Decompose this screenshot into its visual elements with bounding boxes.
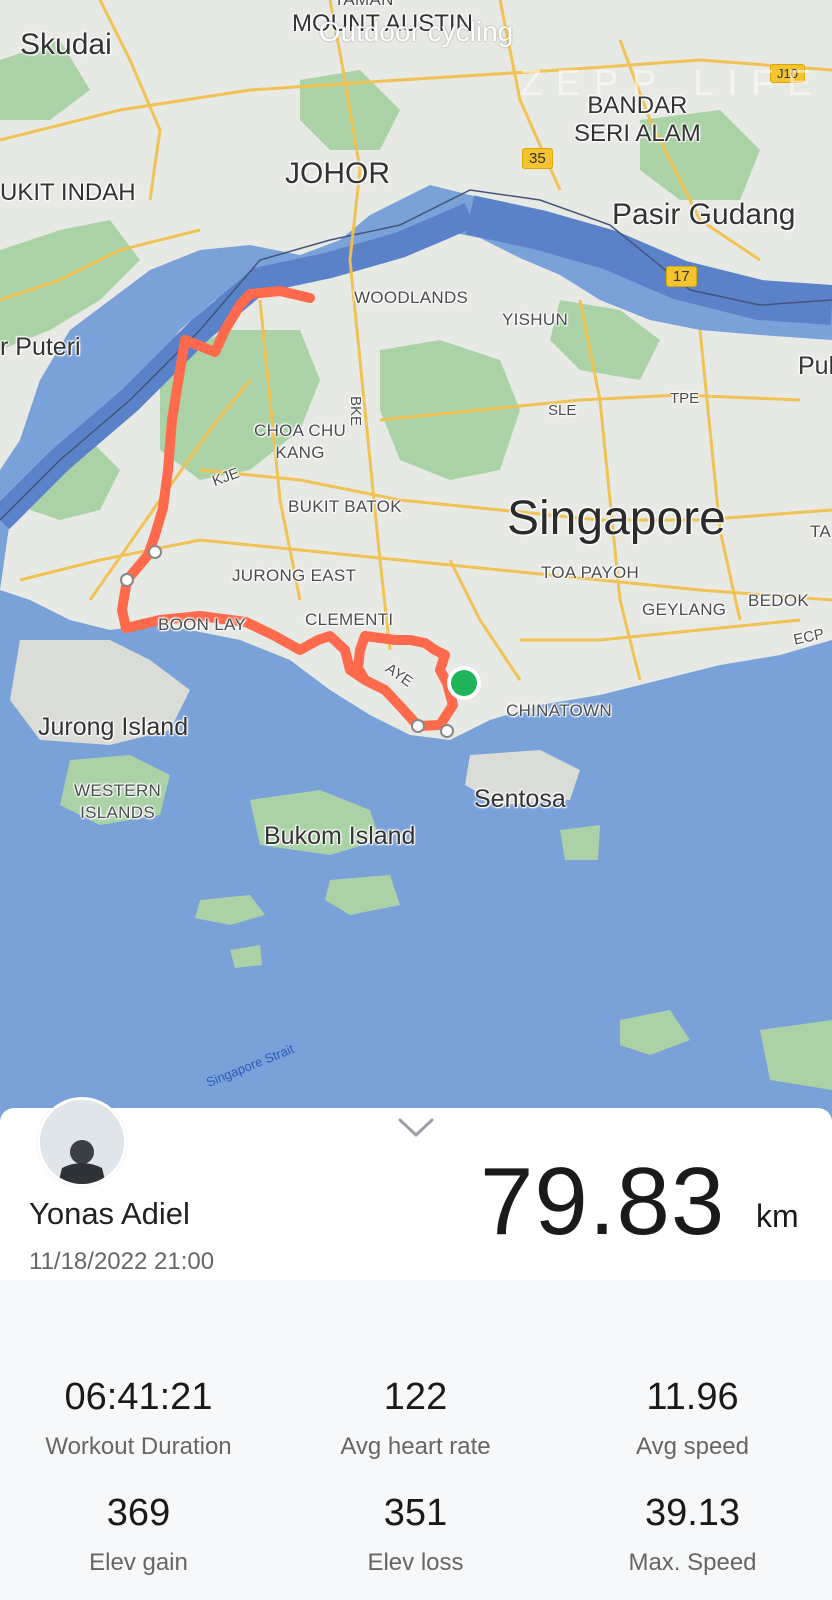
stat-value: 122 — [383, 1376, 448, 1418]
chevron-down-icon[interactable] — [398, 1116, 434, 1140]
map-label: r Puteri — [0, 333, 81, 361]
stat-value: 39.13 — [644, 1492, 741, 1534]
stat-value: 369 — [106, 1492, 171, 1534]
stat-value: 06:41:21 — [64, 1376, 213, 1418]
map-label: CHINATOWN — [506, 701, 612, 720]
map-label: JOHOR — [285, 157, 390, 190]
workout-datetime: 11/18/2022 21:00 — [29, 1248, 215, 1275]
map-label: Bukom Island — [264, 822, 416, 850]
map-label: TOA PAYOH — [541, 563, 640, 582]
road-label: BKE — [347, 396, 364, 427]
map-canvas — [0, 0, 832, 1130]
map-label: BEDOK — [748, 591, 810, 610]
stat-elev-gain: 369 Elev gain — [0, 1492, 277, 1577]
start-marker — [451, 670, 477, 696]
map-label: GEYLANG — [642, 600, 727, 619]
stat-label: Max. Speed — [628, 1549, 757, 1576]
stat-label: Elev gain — [89, 1549, 188, 1576]
stat-max-speed: 39.13 Max. Speed — [554, 1492, 831, 1577]
map-label: YISHUN — [502, 310, 569, 329]
distance-value: 79.83 — [480, 1148, 726, 1255]
map-label: TAMAN — [334, 0, 394, 10]
route-marker — [120, 573, 134, 587]
map-label: CLEMENTI — [305, 610, 394, 629]
route-marker — [411, 719, 425, 733]
map-label: UKIT INDAH — [0, 179, 136, 206]
map-label: Jurong Island — [38, 713, 189, 741]
map-label: BOON LAY — [158, 615, 247, 634]
stat-avg-heart-rate: 122 Avg heart rate — [277, 1376, 554, 1461]
avatar[interactable] — [37, 1097, 127, 1187]
map-label: Pasir Gudang — [612, 198, 796, 231]
stat-label: Avg speed — [636, 1433, 749, 1460]
route-map[interactable]: TAMAN MOUNT AUSTIN Skudai JOHOR BANDAR S… — [0, 0, 832, 1130]
stat-label: Workout Duration — [45, 1433, 232, 1460]
map-label: JURONG EAST — [232, 566, 357, 585]
map-label: WOODLANDS — [354, 288, 469, 307]
route-marker — [148, 545, 162, 559]
map-label: BUKIT BATOK — [288, 497, 402, 516]
map-label: WESTERN ISLANDS — [74, 781, 162, 822]
map-label: CHOA CHU KANG — [254, 421, 347, 462]
stat-label: Avg heart rate — [340, 1433, 491, 1460]
road-shield: 17 — [666, 266, 697, 287]
page-title: Outdoor cycling — [318, 16, 514, 47]
stat-value: 351 — [383, 1492, 448, 1534]
road-label: SLE — [548, 402, 577, 419]
distance-unit: km — [756, 1198, 799, 1234]
stat-avg-speed: 11.96 Avg speed — [554, 1376, 831, 1461]
map-label: TA — [810, 522, 832, 541]
user-name: Yonas Adiel — [29, 1196, 190, 1231]
stats-grid: 06:41:21 Workout Duration 122 Avg heart … — [0, 1280, 832, 1600]
road-label: TPE — [670, 390, 700, 407]
stat-workout-duration: 06:41:21 Workout Duration — [0, 1376, 277, 1461]
stat-value: 11.96 — [646, 1376, 739, 1418]
stat-label: Elev loss — [367, 1549, 464, 1576]
map-label: Pul — [798, 352, 832, 380]
map-label: Sentosa — [474, 785, 566, 813]
person-icon — [40, 1100, 124, 1184]
stat-elev-loss: 351 Elev loss — [277, 1492, 554, 1577]
map-label: Singapore — [507, 492, 726, 545]
route-marker — [440, 724, 454, 738]
watermark: ZEPP LIFE — [520, 62, 826, 103]
road-shield: 35 — [522, 148, 553, 169]
